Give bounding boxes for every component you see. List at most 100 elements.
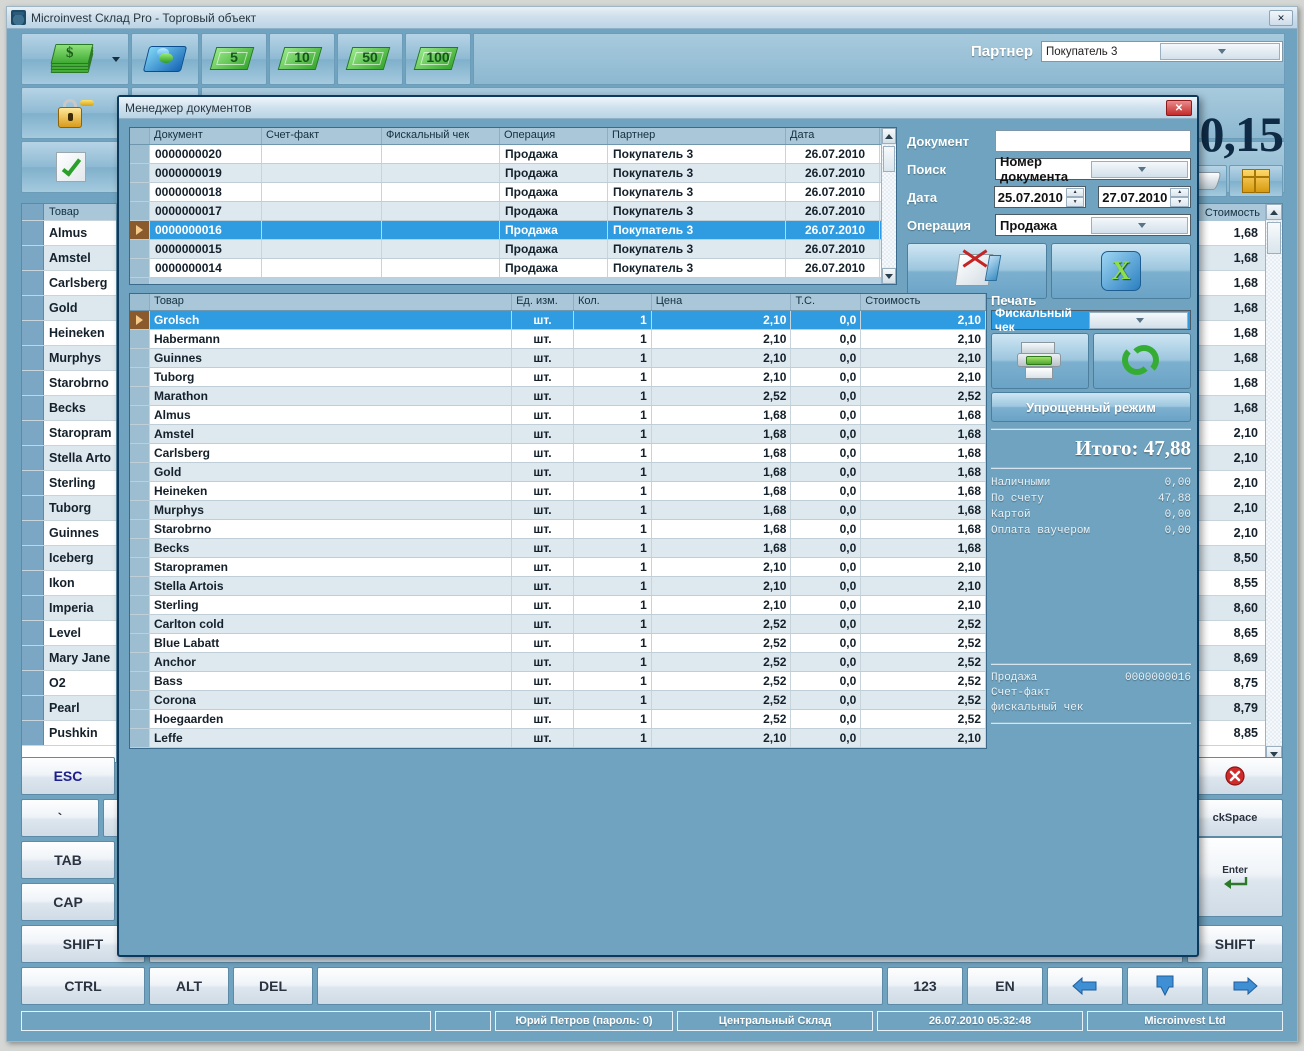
table-row[interactable]: Grolsch шт. 1 2,10 0,0 2,10 [130,311,986,330]
lock-button[interactable] [21,87,129,139]
documents-scrollbar[interactable] [881,128,896,284]
product-list-item[interactable]: Gold [22,296,116,321]
column-header-quantity[interactable]: Кол. [574,294,652,310]
table-row[interactable]: Staropramen шт. 1 2,10 0,0 2,10 [130,558,986,577]
key-ctrl[interactable]: CTRL [21,967,145,1005]
table-row[interactable]: Corona шт. 1 2,52 0,0 2,52 [130,691,986,710]
table-row[interactable]: Amstel шт. 1 1,68 0,0 1,68 [130,425,986,444]
product-list-item[interactable]: Carlsberg [22,271,116,296]
table-row[interactable]: 0000000019 Продажа Покупатель 3 26.07.2010 [130,164,896,183]
key-space[interactable] [317,967,883,1005]
product-list-item[interactable]: Level [22,621,116,646]
table-row[interactable]: Marathon шт. 1 2,52 0,0 2,52 [130,387,986,406]
date-from-spinner[interactable]: ▲ ▼ [1063,187,1085,207]
clear-document-button[interactable] [907,243,1047,299]
print-button[interactable] [991,333,1089,389]
table-row[interactable]: Anchor шт. 1 2,52 0,0 2,52 [130,653,986,672]
key-tab[interactable]: TAB [21,841,115,879]
cash-button[interactable]: $ [21,33,129,85]
table-row[interactable]: Hoegaarden шт. 1 2,52 0,0 2,52 [130,710,986,729]
chevron-down-icon[interactable] [1091,216,1188,234]
date-from-input[interactable]: 25.07.2010 ▲ ▼ [993,186,1087,208]
partner-combobox[interactable]: Покупатель 3 [1041,41,1283,62]
table-row[interactable]: Starobrno шт. 1 1,68 0,0 1,68 [130,520,986,539]
table-row[interactable]: Almus шт. 1 1,68 0,0 1,68 [130,406,986,425]
table-row[interactable]: Habermann шт. 1 2,10 0,0 2,10 [130,330,986,349]
table-row[interactable]: Sterling шт. 1 2,10 0,0 2,10 [130,596,986,615]
table-row[interactable]: Tuborg шт. 1 2,10 0,0 2,10 [130,368,986,387]
product-list-item[interactable]: Mary Jane [22,646,116,671]
key-del[interactable]: DEL [233,967,313,1005]
product-list-item[interactable]: O2 [22,671,116,696]
documents-table[interactable]: Документ Счет-факт Фискальный чек Операц… [129,127,897,285]
key-alt[interactable]: ALT [149,967,229,1005]
table-row[interactable]: Leffe шт. 1 2,10 0,0 2,10 [130,729,986,748]
search-criteria-combobox[interactable]: Номер документа [995,154,1191,184]
key-backtick[interactable]: ` [21,799,99,837]
denomination-100-button[interactable]: 100 [405,33,471,85]
date-to-spinner[interactable]: ▲ ▼ [1167,187,1189,207]
column-header-sum[interactable]: Стоимость [861,294,986,310]
table-row[interactable]: Gold шт. 1 1,68 0,0 1,68 [130,463,986,482]
chevron-down-icon[interactable] [1160,43,1280,60]
product-list-item[interactable]: Pearl [22,696,116,721]
table-row[interactable]: Guinnes шт. 1 2,10 0,0 2,10 [130,349,986,368]
key-arrow-down[interactable] [1127,967,1203,1005]
product-list-item[interactable]: Heineken [22,321,116,346]
column-header-operation[interactable]: Операция [500,128,608,144]
key-arrow-left[interactable] [1047,967,1123,1005]
column-header-product[interactable]: Товар [150,294,513,310]
table-row[interactable]: 0000000018 Продажа Покупатель 3 26.07.2010 [130,183,896,202]
table-row[interactable]: Carlsberg шт. 1 1,68 0,0 1,68 [130,444,986,463]
key-esc[interactable]: ESC [21,757,115,795]
table-row[interactable]: Stella Artois шт. 1 2,10 0,0 2,10 [130,577,986,596]
table-row[interactable]: Becks шт. 1 1,68 0,0 1,68 [130,539,986,558]
window-close-button[interactable]: ✕ [1269,10,1293,26]
table-row[interactable]: 0000000020 Продажа Покупатель 3 26.07.2010 [130,145,896,164]
operation-combobox[interactable]: Продажа [995,214,1191,236]
table-row[interactable]: 0000000016 Продажа Покупатель 3 26.07.2010 [130,221,896,240]
product-list-item[interactable]: Tuborg [22,496,116,521]
column-header-price[interactable]: Цена [652,294,792,310]
product-list-item[interactable]: Becks [22,396,116,421]
denomination-10-button[interactable]: 10 [269,33,335,85]
simplified-mode-button[interactable]: Упрощенный режим [991,392,1191,422]
column-header-invoice[interactable]: Счет-факт [262,128,382,144]
product-list-item[interactable]: Stella Arto [22,446,116,471]
document-number-input[interactable] [995,130,1191,152]
export-excel-button[interactable]: X [1051,243,1191,299]
denomination-5-button[interactable]: 5 [201,33,267,85]
date-to-input[interactable]: 27.07.2010 ▲ ▼ [1098,186,1191,208]
scrollbar-thumb[interactable] [1267,222,1281,254]
print-type-combobox[interactable]: Фискальный чек [991,306,1191,334]
table-row[interactable]: Bass шт. 1 2,52 0,0 2,52 [130,672,986,691]
key-backspace[interactable]: ckSpace [1187,799,1283,837]
key-enter[interactable]: Enter [1187,837,1283,917]
scroll-up-button[interactable] [1266,204,1282,220]
table-row[interactable]: Murphys шт. 1 1,68 0,0 1,68 [130,501,986,520]
key-close-red[interactable] [1187,757,1283,795]
product-list-item[interactable]: Imperia [22,596,116,621]
goods-button[interactable] [1229,165,1283,197]
product-list-item[interactable]: Pushkin [22,721,116,746]
table-row[interactable]: 0000000015 Продажа Покупатель 3 26.07.2010 [130,240,896,259]
table-row[interactable]: 0000000017 Продажа Покупатель 3 26.07.2010 [130,202,896,221]
scrollbar-thumb[interactable] [883,146,895,172]
cost-grid-scrollbar[interactable] [1265,204,1282,762]
column-header-unit[interactable]: Ед. изм. [512,294,574,310]
denomination-50-button[interactable]: 50 [337,33,403,85]
table-row[interactable]: Carlton cold шт. 1 2,52 0,0 2,52 [130,615,986,634]
chevron-down-icon[interactable] [1089,311,1188,329]
column-header-date[interactable]: Дата [786,128,880,144]
table-row[interactable]: Blue Labatt шт. 1 2,52 0,0 2,52 [130,634,986,653]
card-payment-button[interactable] [131,33,199,85]
product-list-item[interactable]: Amstel [22,246,116,271]
scroll-up-button[interactable] [882,128,896,144]
table-row[interactable]: 0000000014 Продажа Покупатель 3 26.07.2010 [130,259,896,278]
items-table[interactable]: Товар Ед. изм. Кол. Цена Т.С. Стоимость … [129,293,987,749]
product-list-item[interactable]: Staropram [22,421,116,446]
column-header-ts[interactable]: Т.С. [791,294,862,310]
refresh-button[interactable] [1093,333,1191,389]
dialog-close-button[interactable]: ✕ [1166,100,1192,116]
confirm-document-button[interactable] [21,141,129,193]
